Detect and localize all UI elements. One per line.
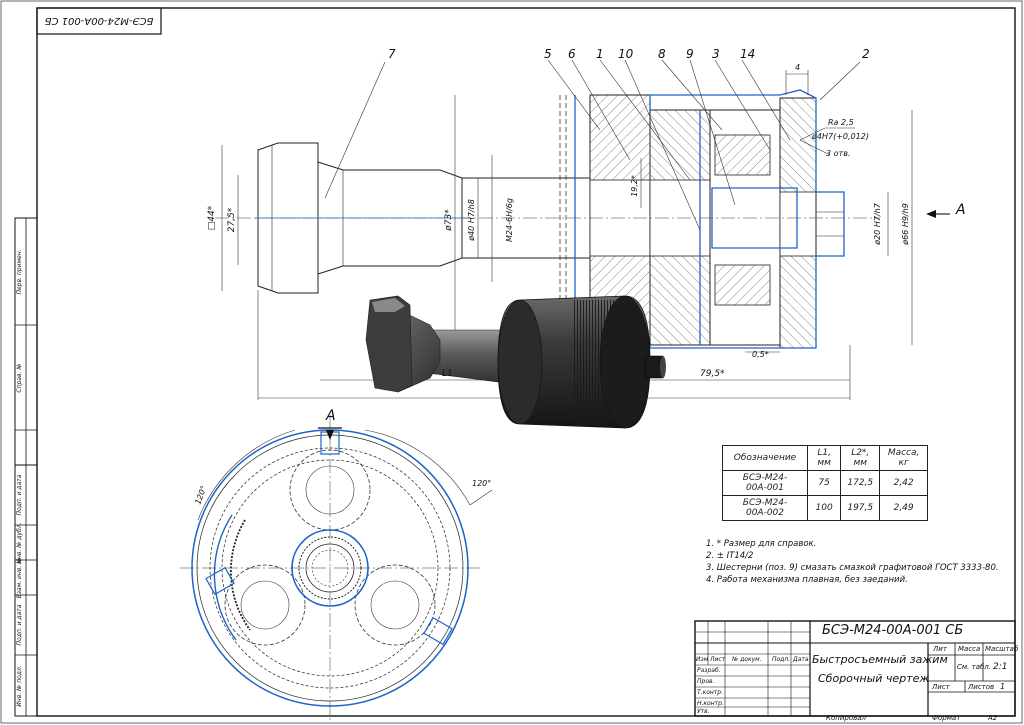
pos-8: 8 — [658, 47, 666, 61]
stamp-data: Дата — [793, 656, 809, 663]
dim-d20: ø20 H7/h7 — [873, 202, 882, 245]
pos-2: 2 — [862, 47, 870, 61]
front-view — [180, 415, 493, 720]
dim-19-2: 19,2* — [630, 175, 639, 197]
table-cell: 100 — [806, 495, 842, 521]
side-label-vzam: Взам. инв. № — [16, 558, 23, 599]
table-cell: БСЭ-М24-00А-002 — [722, 495, 808, 521]
side-label-inv-dubl: Инв. № дубл. — [16, 522, 23, 563]
table-row: БСЭ-М24-00А-002 100 197,5 2,49 — [722, 495, 928, 521]
stamp-copied: Копировал — [826, 714, 866, 722]
dim-4: 4 — [795, 63, 800, 72]
note-4: 4. Работа механизма плавная, без заедани… — [706, 575, 908, 585]
table-header-cell: L1, мм — [806, 445, 842, 471]
view-arrow-label: A — [955, 202, 966, 218]
stamp-masshtab: Масштаб — [985, 645, 1019, 653]
pos-6: 6 — [568, 47, 576, 61]
stamp-izm: Изм — [696, 656, 709, 663]
dim-0-5: 0,5* — [752, 350, 769, 359]
table-cell: 2,42 — [879, 470, 928, 496]
dim-d40: ø40 H7/h8 — [467, 199, 476, 242]
title-code: БСЭ-М24-00А-001 СБ — [822, 623, 964, 638]
dim-square-44: □44* — [207, 205, 217, 230]
stamp-nkontr: Н.контр. — [697, 700, 724, 707]
stamp-sheet: Лист — [932, 683, 950, 691]
table-cell: 172,5 — [840, 470, 881, 496]
technical-notes: 1. * Размер для справок. 2. ± IT14/2 3. … — [706, 538, 1006, 586]
section-a-label: A — [325, 408, 336, 424]
stamp-podp: Подп. — [772, 656, 791, 663]
side-label-podp1: Подп. и дата — [16, 474, 23, 515]
dim-27-5: 27,5* — [227, 207, 237, 232]
stamp-utv: Утв. — [697, 708, 710, 715]
dim-m24: M24-6H/6g — [505, 198, 514, 242]
dim-holes: 3 отв. — [826, 149, 850, 158]
dim-d4: ø4H7(+0,012) — [811, 132, 869, 141]
dim-L1: L1 — [442, 369, 453, 379]
stamp-prov: Пров. — [697, 678, 715, 685]
note-2: 2. ± IT14/2 — [706, 551, 754, 561]
stamp-massa: Масса — [958, 645, 981, 653]
table-header-cell: Обозначение — [722, 445, 808, 471]
pos-1: 1 — [596, 47, 604, 61]
drawing-canvas: БСЭ-М24-00А-001 СБ Перв. примен. Справ. … — [0, 0, 1023, 724]
dim-d66: ø66 H9/h9 — [901, 203, 910, 246]
variants-table: Обозначение L1, мм L2*, мм Масса, кг БСЭ… — [722, 445, 928, 521]
note-1: 1. * Размер для справок. — [706, 539, 817, 549]
side-label-inv-podl: Инв. № подл. — [16, 665, 23, 706]
pos-3: 3 — [712, 47, 720, 61]
side-label-podp2: Подп. и дата — [16, 604, 23, 645]
table-cell: БСЭ-М24-00А-001 — [722, 470, 808, 496]
pos-14: 14 — [740, 47, 755, 61]
stamp-tkontr: Т.контр. — [697, 689, 724, 696]
table-header-row: Обозначение L1, мм L2*, мм Масса, кг — [722, 445, 928, 471]
table-header-cell: Масса, кг — [879, 445, 928, 471]
table-cell: 2,49 — [879, 495, 928, 521]
side-label-perv: Перв. примен. — [16, 249, 23, 294]
stamp-sheets-count: 1 — [1000, 682, 1006, 691]
isometric-render — [365, 295, 666, 429]
title-name: Быстросъемный зажим — [812, 653, 948, 666]
dim-79-5: 79,5* — [700, 369, 725, 379]
table-cell: 75 — [806, 470, 842, 496]
stamp-n-dokum: № докум. — [732, 656, 762, 663]
pos-7: 7 — [388, 47, 396, 61]
table-row: БСЭ-М24-00А-001 75 172,5 2,42 — [722, 470, 928, 496]
angle-right: 120° — [472, 479, 491, 488]
stamp-format-label: Формат — [932, 714, 961, 722]
pos-5: 5 — [544, 47, 552, 61]
stamp-lit: Лит — [933, 645, 947, 653]
table-cell: 197,5 — [840, 495, 881, 521]
stamp-razrab: Разраб. — [697, 667, 721, 674]
stamp-format: А2 — [988, 714, 998, 722]
stamp-scale: 2:1 — [993, 662, 1008, 672]
side-label-sprav: Справ. № — [16, 363, 23, 392]
dim-ra: Ra 2,5 — [828, 118, 854, 127]
stamp-list: Лист — [710, 656, 726, 663]
pos-9: 9 — [686, 47, 694, 61]
top-code-text: БСЭ-М24-00А-001 СБ — [45, 15, 154, 26]
pos-10: 10 — [618, 47, 634, 61]
dim-d73: ø73* — [444, 209, 454, 232]
stamp-mass-ref: См. табл. — [957, 663, 992, 671]
stamp-sheets: Листов — [968, 683, 995, 691]
title-subname: Сборочный чертеж — [818, 672, 930, 685]
note-3: 3. Шестерни (поз. 9) смазать смазкой гра… — [706, 563, 999, 573]
table-header-cell: L2*, мм — [840, 445, 881, 471]
